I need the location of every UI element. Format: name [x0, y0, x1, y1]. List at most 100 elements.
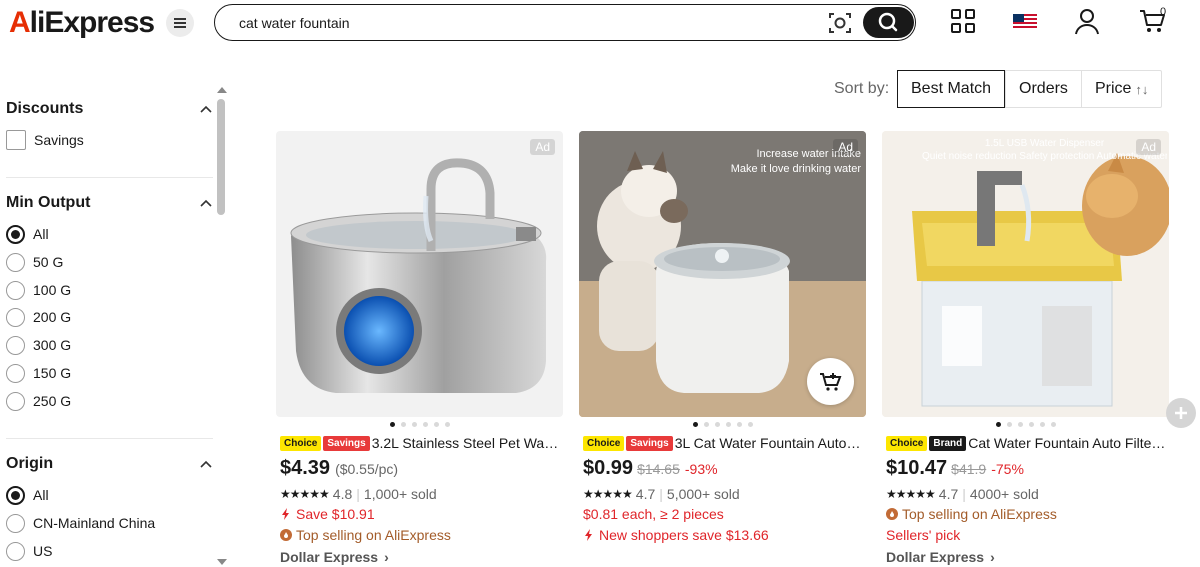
radio-button[interactable]	[6, 541, 25, 561]
hamburger-icon	[174, 22, 186, 24]
carousel-dot[interactable]	[692, 422, 698, 427]
carousel-dot[interactable]	[400, 422, 406, 427]
product-title-row[interactable]: Choice Brand Cat Water Fountain Auto Fil…	[886, 434, 1166, 452]
filter-option-200g[interactable]: 200 G	[6, 307, 71, 327]
menu-button[interactable]	[166, 9, 194, 37]
radio-button[interactable]	[6, 307, 25, 327]
filter-option-300g[interactable]: 300 G	[6, 335, 71, 355]
radio-button[interactable]	[6, 224, 25, 244]
sold-count: 1,000+ sold	[363, 486, 437, 502]
origin-option-us[interactable]: US	[6, 541, 52, 561]
image-carousel-dots[interactable]	[276, 422, 563, 427]
product-title[interactable]: 3.2L Stainless Steel Pet Water Fountain	[372, 435, 560, 451]
carousel-dot[interactable]	[736, 422, 742, 427]
aliexpress-logo[interactable]: AliExpress	[9, 6, 155, 40]
origin-option-all[interactable]: All	[6, 485, 49, 505]
ad-badge: Ad	[833, 139, 858, 155]
scroll-thumb[interactable]	[217, 99, 225, 215]
product-price: $0.99	[583, 457, 634, 479]
filter-option-250g[interactable]: 250 G	[6, 391, 71, 411]
radio-button[interactable]	[6, 363, 25, 383]
original-price: $41.9	[951, 461, 987, 477]
chevron-up-icon[interactable]	[199, 457, 213, 471]
radio-button[interactable]	[6, 252, 25, 272]
sort-orders[interactable]: Orders	[1005, 71, 1081, 107]
expand-plus-button[interactable]	[1166, 398, 1196, 428]
sort-best-match[interactable]: Best Match	[897, 70, 1006, 108]
product-card[interactable]: Increase water intake Make it love drink…	[579, 131, 866, 567]
dollar-express-link[interactable]: Dollar Express ›	[280, 549, 389, 565]
filter-option-savings[interactable]: Savings	[6, 130, 84, 150]
rating-row: ★★★★★ 4.7 | 4000+ sold	[886, 486, 1039, 502]
filter-option-100g[interactable]: 100 G	[6, 280, 71, 300]
star-rating-icon: ★★★★★	[583, 487, 633, 501]
image-carousel-dots[interactable]	[882, 422, 1169, 427]
carousel-dot[interactable]	[1017, 422, 1023, 427]
dollar-express-link[interactable]: Dollar Express ›	[886, 549, 995, 565]
plus-icon	[1175, 407, 1187, 419]
scroll-down-arrow-icon[interactable]	[217, 559, 227, 565]
savings-tag: Savings	[323, 435, 370, 451]
sort-arrows-icon: ↑↓	[1135, 81, 1149, 97]
sort-price[interactable]: Price ↑↓	[1080, 71, 1161, 107]
carousel-dot[interactable]	[1050, 422, 1056, 427]
carousel-dot[interactable]	[1006, 422, 1012, 427]
filter-option-all[interactable]: All	[6, 224, 49, 244]
carousel-dot[interactable]	[1028, 422, 1034, 427]
search-input[interactable]	[239, 13, 799, 33]
product-image[interactable]: Increase water intake Make it love drink…	[579, 131, 866, 417]
carousel-dot[interactable]	[747, 422, 753, 427]
carousel-dot[interactable]	[703, 422, 709, 427]
chevron-up-icon[interactable]	[199, 196, 213, 210]
add-to-cart-button[interactable]	[807, 358, 854, 405]
search-button[interactable]	[863, 7, 914, 38]
product-title-row[interactable]: Choice Savings 3.2L Stainless Steel Pet …	[280, 434, 560, 452]
radio-button[interactable]	[6, 335, 25, 355]
product-card[interactable]: Ad Choice Savings 3.2L Stainless Steel P…	[276, 131, 563, 567]
filter-sidebar: Discounts Savings Min Output All 50 G 10…	[0, 90, 230, 567]
radio-button[interactable]	[6, 280, 25, 300]
filter-option-150g[interactable]: 150 G	[6, 363, 71, 383]
radio-button[interactable]	[6, 391, 25, 411]
carousel-dot[interactable]	[725, 422, 731, 427]
scroll-up-arrow-icon[interactable]	[217, 87, 227, 93]
product-title-row[interactable]: Choice Savings 3L Cat Water Fountain Aut…	[583, 434, 863, 452]
add-to-cart-icon	[819, 372, 841, 391]
chevron-up-icon[interactable]	[199, 102, 213, 116]
us-flag-icon[interactable]	[1013, 14, 1037, 29]
qr-code-icon[interactable]	[950, 8, 976, 34]
carousel-dot[interactable]	[714, 422, 720, 427]
rating-row: ★★★★★ 4.7 | 5,000+ sold	[583, 486, 740, 502]
chevron-right-icon: ›	[384, 549, 389, 565]
carousel-dot[interactable]	[444, 422, 450, 427]
carousel-dot[interactable]	[389, 422, 395, 427]
image-carousel-dots[interactable]	[579, 422, 866, 427]
product-image[interactable]: Ad	[276, 131, 563, 417]
carousel-dot[interactable]	[995, 422, 1001, 427]
separator: |	[659, 486, 663, 502]
top-selling-line: Top selling on AliExpress	[886, 506, 1057, 522]
carousel-dot[interactable]	[411, 422, 417, 427]
header: AliExpress 0	[0, 0, 1200, 46]
account-icon[interactable]	[1074, 8, 1100, 36]
product-title[interactable]: 3L Cat Water Fountain Auto Filter	[675, 435, 863, 451]
sidebar-scrollbar[interactable]	[215, 85, 227, 567]
savings-line: Save $10.91	[280, 506, 375, 522]
product-image[interactable]: 1.5L USB Water Dispenser Quiet noise red…	[882, 131, 1169, 417]
product-title[interactable]: Cat Water Fountain Auto Filter USB	[968, 435, 1166, 451]
sold-count: 5,000+ sold	[666, 486, 740, 502]
savings-checkbox[interactable]	[6, 130, 26, 150]
filter-option-50g[interactable]: 50 G	[6, 252, 63, 272]
separator: |	[356, 486, 360, 502]
carousel-dot[interactable]	[1039, 422, 1045, 427]
product-card[interactable]: 1.5L USB Water Dispenser Quiet noise red…	[882, 131, 1169, 567]
unit-price: ($0.55/pc)	[335, 461, 399, 477]
radio-button[interactable]	[6, 485, 25, 505]
discount-percent: -75%	[991, 461, 1024, 477]
origin-option-cn[interactable]: CN-Mainland China	[6, 513, 155, 533]
carousel-dot[interactable]	[422, 422, 428, 427]
carousel-dot[interactable]	[433, 422, 439, 427]
image-search-icon[interactable]	[827, 11, 853, 35]
radio-button[interactable]	[6, 513, 25, 533]
price-row: $0.99 $14.65 -93%	[583, 457, 718, 480]
